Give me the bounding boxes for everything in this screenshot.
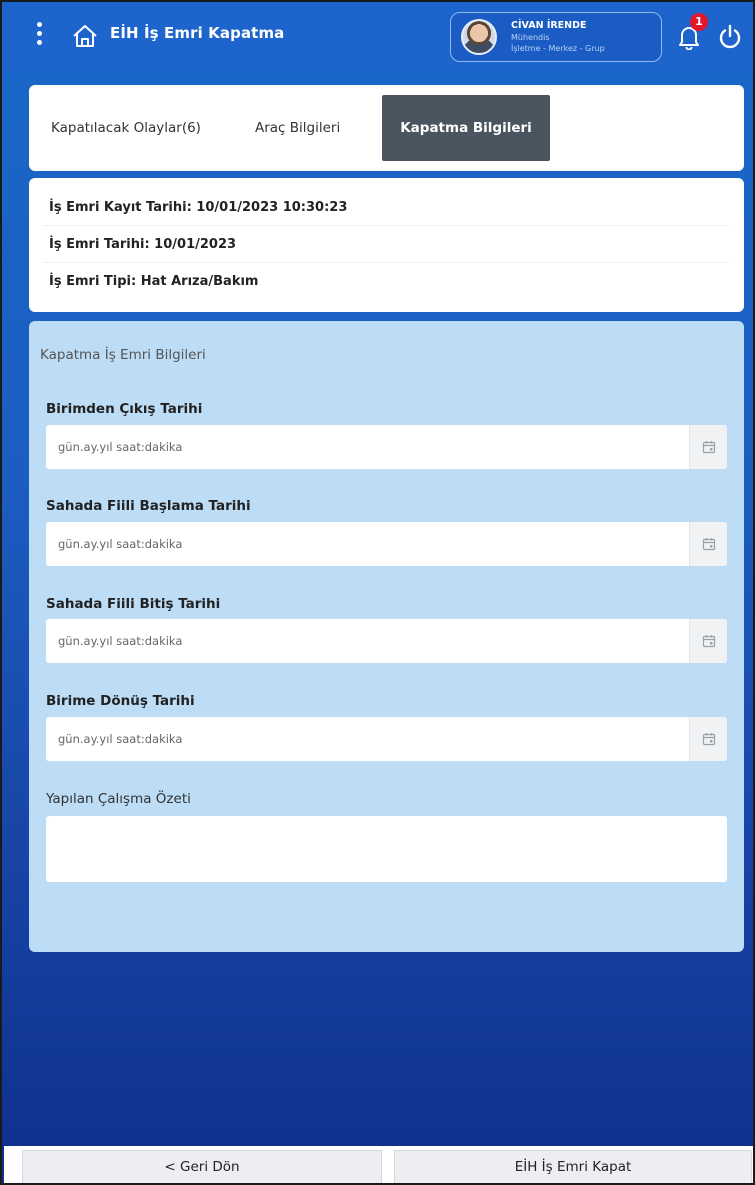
notification-badge: 1 (690, 13, 708, 31)
tab-kapatma-bilgileri[interactable]: Kapatma Bilgileri (382, 95, 550, 161)
return-date-label: Birime Dönüş Tarihi (46, 693, 195, 709)
start-date-field (46, 522, 727, 566)
avatar (461, 19, 497, 55)
power-icon[interactable] (717, 24, 743, 50)
home-icon[interactable] (72, 24, 98, 48)
close-work-order-button[interactable]: EİH İş Emri Kapat (394, 1150, 752, 1183)
start-date-label: Sahada Fiili Başlama Tarihi (46, 498, 251, 514)
menu-icon[interactable] (36, 22, 44, 50)
user-profile[interactable]: CİVAN İRENDE Mühendis İşletme - Merkez -… (450, 12, 662, 62)
app-title: EİH İş Emri Kapatma (110, 24, 285, 42)
work-order-info: İş Emri Kayıt Tarihi: 10/01/2023 10:30:2… (29, 178, 744, 312)
user-org: İşletme - Merkez - Grup (511, 44, 605, 53)
record-date: İş Emri Kayıt Tarihi: 10/01/2023 10:30:2… (43, 189, 730, 226)
departure-date-label: Birimden Çıkış Tarihi (46, 401, 203, 417)
app-frame: EİH İş Emri Kapatma CİVAN İRENDE Mühendi… (0, 0, 755, 1185)
return-date-field (46, 717, 727, 761)
tab-arac-bilgileri[interactable]: Araç Bilgileri (255, 85, 340, 171)
end-date-input[interactable] (46, 619, 689, 663)
calendar-icon[interactable] (689, 619, 727, 663)
departure-date-input[interactable] (46, 425, 689, 469)
closing-form: Kapatma İş Emri Bilgileri Birimden Çıkış… (29, 321, 744, 952)
order-date: İş Emri Tarihi: 10/01/2023 (43, 226, 730, 263)
form-title: Kapatma İş Emri Bilgileri (40, 347, 206, 363)
calendar-icon[interactable] (689, 425, 727, 469)
work-summary-label: Yapılan Çalışma Özeti (46, 791, 191, 807)
work-summary-textarea[interactable] (46, 816, 727, 882)
calendar-icon[interactable] (689, 522, 727, 566)
top-bar: EİH İş Emri Kapatma CİVAN İRENDE Mühendi… (2, 2, 753, 70)
user-name: CİVAN İRENDE (511, 20, 587, 31)
return-date-input[interactable] (46, 717, 689, 761)
start-date-input[interactable] (46, 522, 689, 566)
order-type: İş Emri Tipi: Hat Arıza/Bakım (49, 274, 259, 289)
tab-bar: Kapatılacak Olaylar(6) Araç Bilgileri Ka… (29, 85, 744, 171)
calendar-icon[interactable] (689, 717, 727, 761)
end-date-field (46, 619, 727, 663)
back-button[interactable]: < Geri Dön (22, 1150, 382, 1183)
departure-date-field (46, 425, 727, 469)
end-date-label: Sahada Fiili Bitiş Tarihi (46, 596, 221, 612)
user-role: Mühendis (511, 33, 550, 42)
tab-kapatilacak-olaylar[interactable]: Kapatılacak Olaylar(6) (51, 85, 201, 171)
